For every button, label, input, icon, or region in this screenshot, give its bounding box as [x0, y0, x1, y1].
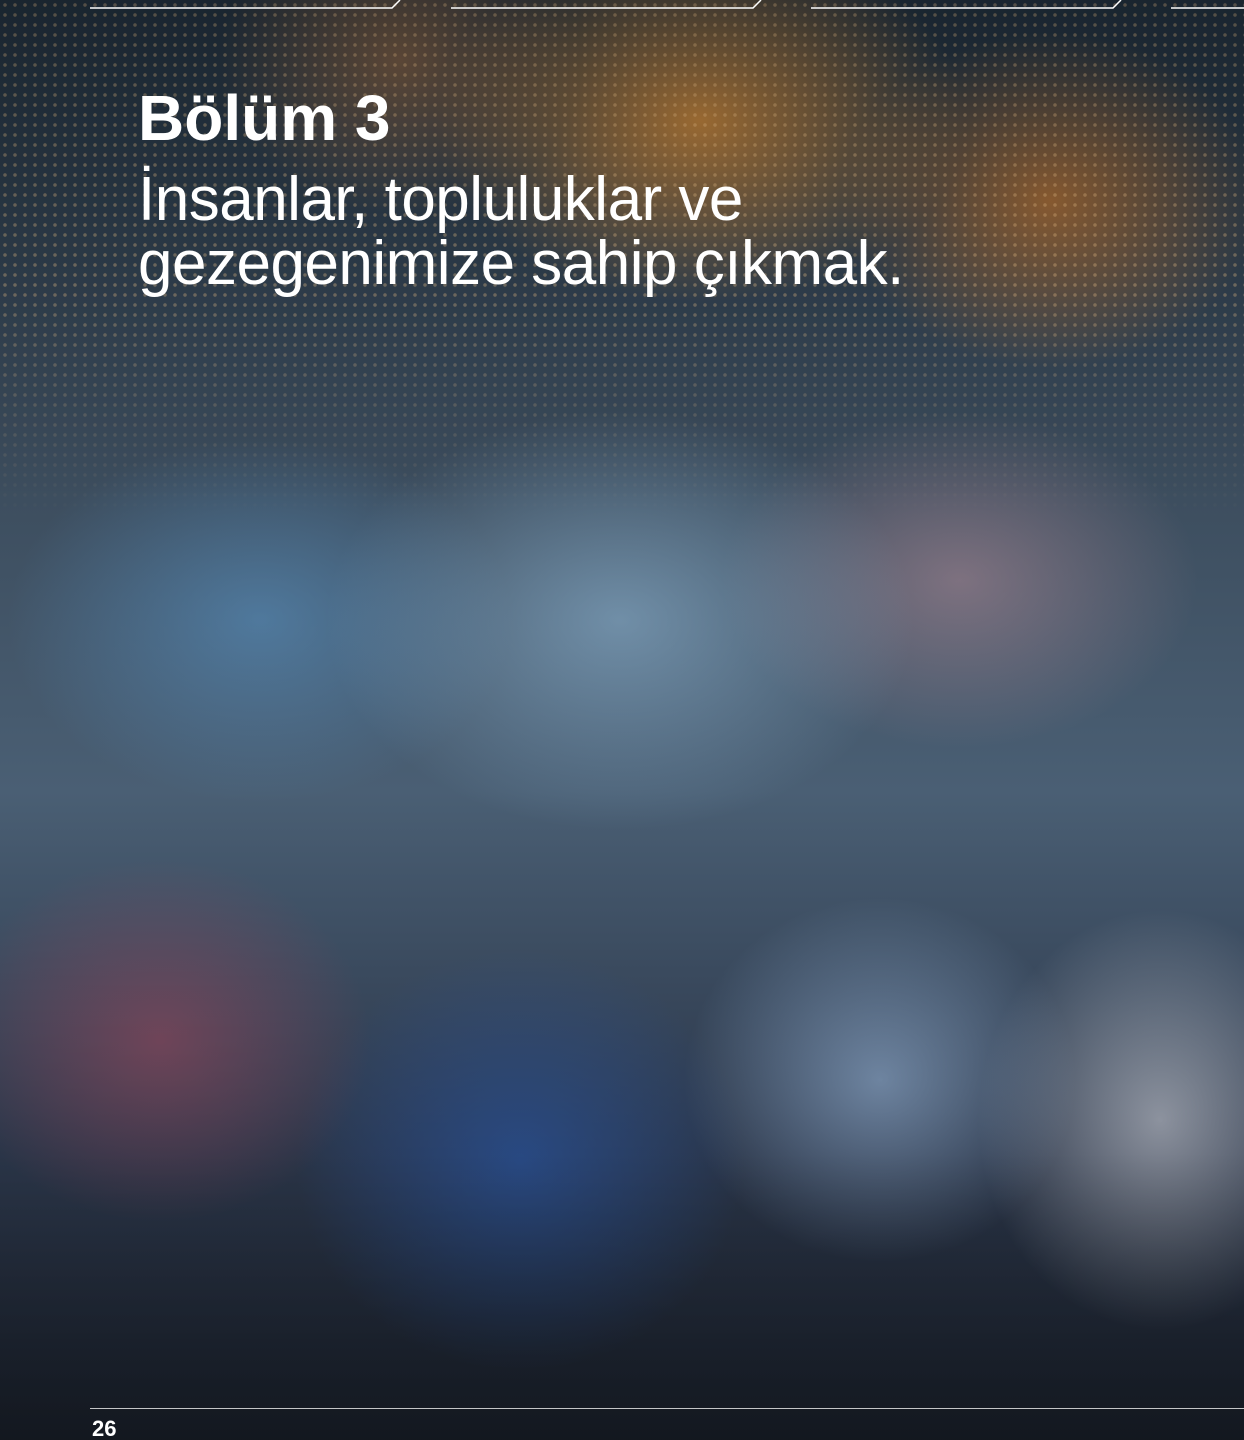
top-tab-marker	[90, 0, 402, 10]
top-tab-marker	[1171, 0, 1244, 10]
document-page: Bölüm 3 İnsanlar, topluluklar ve gezegen…	[0, 0, 1244, 1440]
footer-rule	[90, 1408, 1244, 1409]
top-tab-marker	[811, 0, 1123, 10]
chapter-subtitle-line-1: İnsanlar, topluluklar ve	[138, 165, 743, 234]
chapter-subtitle-line-2: gezegenimize sahip çıkmak.	[138, 229, 904, 298]
top-tab-marker	[451, 0, 763, 10]
chapter-subtitle: İnsanlar, topluluklar ve gezegenimize sa…	[138, 168, 1138, 296]
chapter-heading: Bölüm 3 İnsanlar, topluluklar ve gezegen…	[138, 82, 1138, 296]
page-number: 26	[92, 1416, 117, 1440]
chapter-title: Bölüm 3	[138, 82, 391, 154]
